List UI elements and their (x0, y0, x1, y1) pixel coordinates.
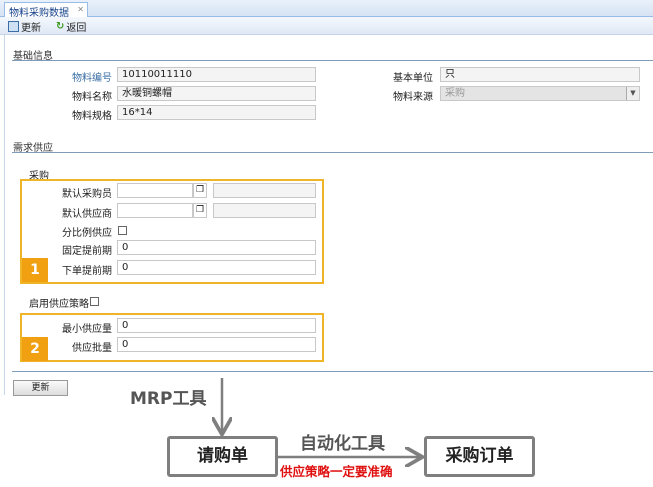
mrp-tool-label: MRP工具 (130, 389, 207, 409)
automation-tool-label: 自动化工具 (300, 434, 385, 454)
strategy-note: 供应策略一定要准确 (280, 464, 393, 479)
purchase-order-box: 采购订单 (424, 436, 535, 477)
requisition-box: 请购单 (167, 436, 278, 477)
flow-arrows (0, 378, 653, 487)
